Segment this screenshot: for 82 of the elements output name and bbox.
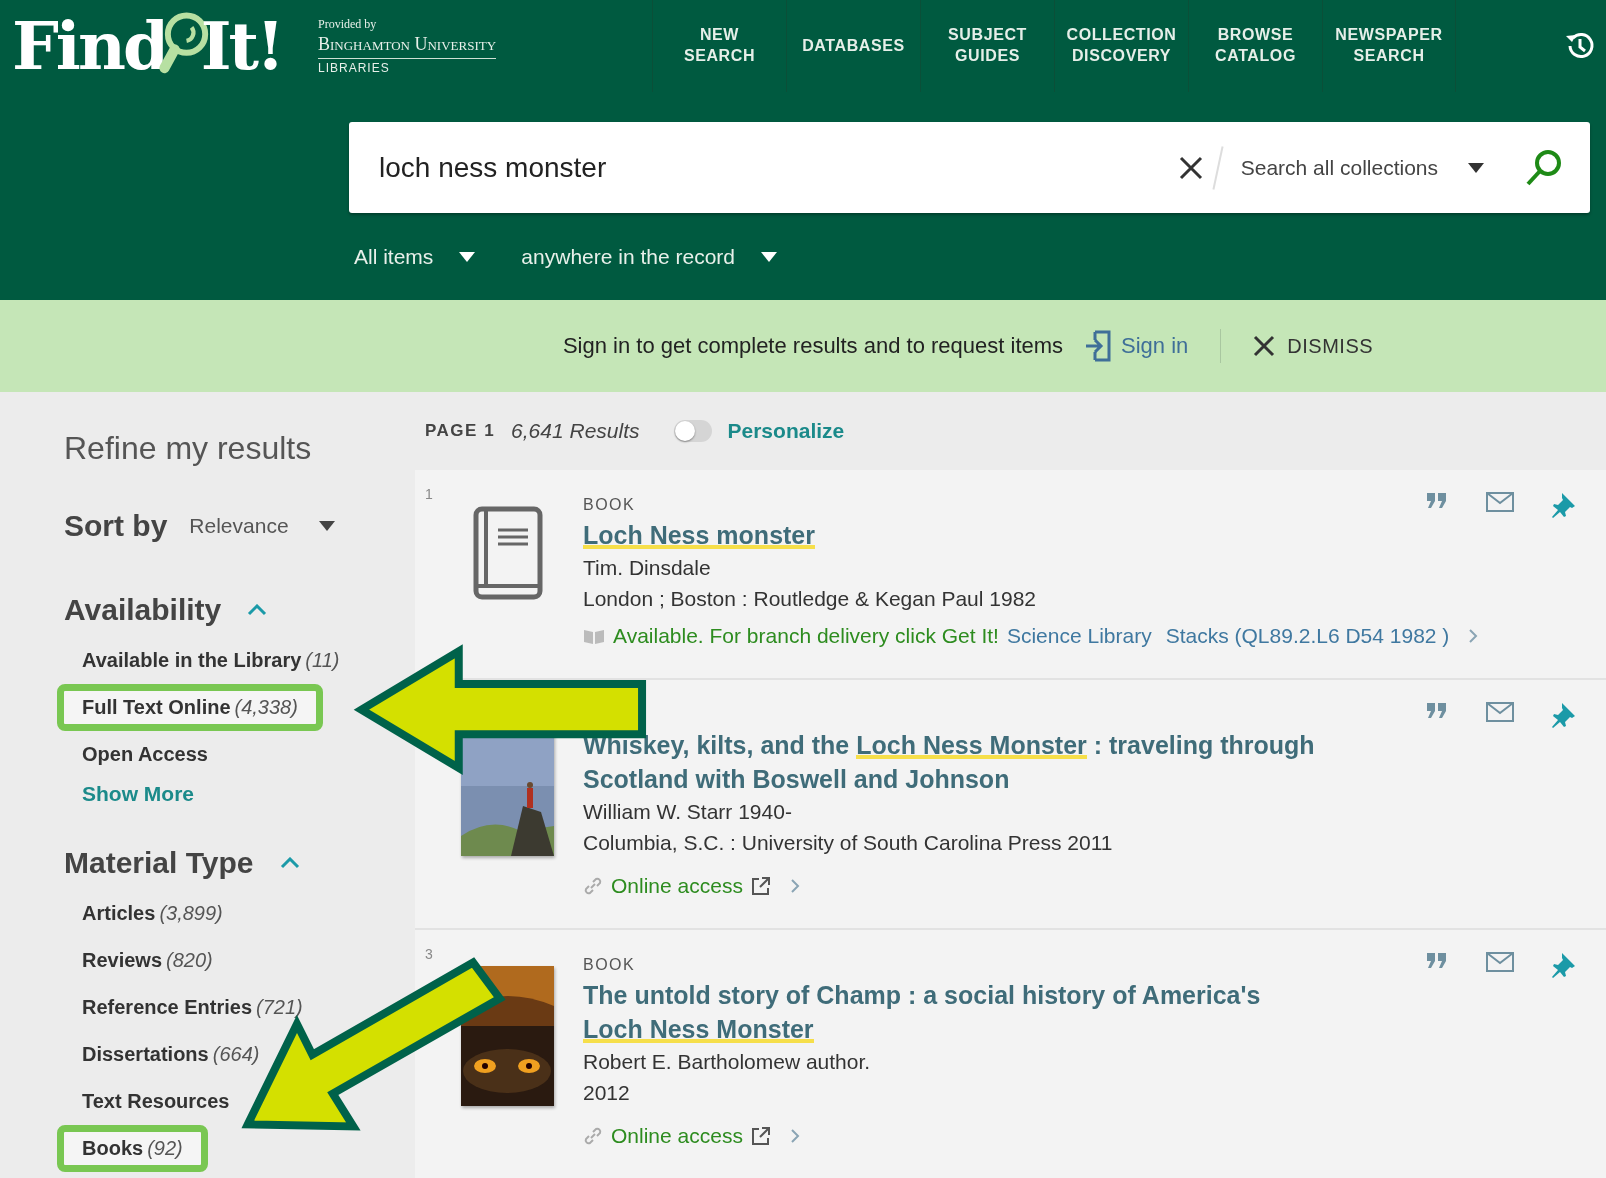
chevron-icon[interactable] [788,878,801,894]
call-number: Stacks (QL89.2.L6 D54 1982 ) [1165,624,1450,648]
facet-option[interactable]: Articles (3,899) [57,890,223,937]
sidebar-title: Refine my results [64,430,313,467]
libraries-text: LIBRARIES [318,61,391,75]
nav-link[interactable]: NEW SEARCH [652,0,786,92]
dismiss-button[interactable]: DISMISS [1287,334,1374,358]
dropdown-caret-icon[interactable] [1468,162,1484,173]
link-icon [583,876,603,896]
book-icon [583,627,605,645]
filter-dropdown[interactable]: All items [354,245,434,269]
result-detail: Robert E. Bartholomew author. [583,1049,872,1075]
dropdown-caret-icon[interactable] [318,521,335,531]
result-number: 1 [425,486,433,502]
facet-option[interactable]: Dissertations (664) [57,1031,260,1078]
sort-label: Sort by [64,509,168,543]
sign-in-icon[interactable] [1085,330,1112,362]
nav-link[interactable]: COLLECTION DISCOVERY [1054,0,1188,92]
personalize-toggle[interactable] [673,420,712,442]
result-title-link[interactable]: Loch Ness monster [583,518,1323,552]
sort-dropdown[interactable]: Relevance [189,514,289,538]
link-icon [583,1126,603,1146]
filter-dropdown[interactable]: anywhere in the record [521,245,735,269]
result-title-link[interactable]: The untold story of Champ : a social history of America's Loch Ness Monster [583,978,1323,1046]
clear-icon[interactable] [1178,155,1203,180]
chevron-icon[interactable] [1467,628,1480,644]
library-link[interactable]: Science Library [1006,624,1152,648]
result-number: 3 [425,946,433,962]
online-access-link[interactable]: Online access [611,874,743,898]
facet-option[interactable]: Text Resources [57,1078,230,1125]
provided-by-text: Provided by [318,17,378,32]
page-number: PAGE 1 [425,421,496,441]
dropdown-caret-icon[interactable] [761,252,777,262]
result-detail: 2012 [583,1080,631,1106]
search-query[interactable]: loch ness monster [349,151,1179,184]
close-icon[interactable] [1253,335,1276,357]
facet-option[interactable]: Open Access [57,731,208,778]
result-detail: London ; Boston : Routledge & Kegan Paul 1982 [583,586,1038,612]
online-access-link[interactable]: Online access [611,1124,743,1148]
result-detail: Tim. Dinsdale [583,555,712,581]
pin-icon[interactable] [1552,492,1576,518]
facet-heading[interactable]: Availability [64,593,222,627]
chevron-icon[interactable] [788,1128,801,1144]
email-icon[interactable] [1486,952,1514,972]
quote-icon[interactable] [1426,492,1448,508]
search-box[interactable]: loch ness monster Search all collections [349,122,1590,213]
material-type: BOOK [583,956,636,973]
facet-heading[interactable]: Material Type [64,846,254,880]
facet-option[interactable]: Full Text Online (4,338) [57,684,323,731]
nav-link[interactable]: SUBJECT GUIDES [920,0,1054,92]
facet-option[interactable]: Reference Entries (721) [57,984,303,1031]
quote-icon[interactable] [1426,702,1448,718]
email-icon[interactable] [1486,492,1514,512]
dropdown-caret-icon[interactable] [459,252,476,262]
nav-link[interactable]: DATABASES [786,0,920,92]
collapse-icon[interactable] [247,604,268,616]
external-link-icon[interactable] [750,876,771,896]
email-icon[interactable] [1486,702,1514,722]
availability-status: Available. For branch delivery click Get It! [613,624,999,648]
nav-link[interactable]: NEWSPAPER SEARCH [1322,0,1456,92]
facet-option[interactable]: Reviews (820) [57,937,213,984]
material-type: BOOK [583,496,636,513]
external-link-icon[interactable] [750,1126,771,1146]
result-detail: William W. Starr 1940- [583,799,793,825]
result-detail: Columbia, S.C. : University of South Carolina Press 2011 [583,830,1114,856]
result-count: 6,641 Results [511,419,640,443]
banner-message: Sign in to get complete results and to request items [562,333,1064,359]
logo[interactable]: Find It! [0,0,282,92]
university-name: Binghamton University [318,34,497,59]
book-icon [471,506,544,602]
pin-icon[interactable] [1552,702,1576,728]
show-more-link[interactable]: Show More [64,778,415,806]
facet-option[interactable]: Books (92) [57,1125,208,1172]
scope-dropdown[interactable]: Search all collections [1240,155,1438,180]
collapse-icon[interactable] [279,857,300,869]
personalize-label[interactable]: Personalize [727,419,845,443]
search-icon[interactable] [1524,147,1564,188]
facet-option[interactable]: Available in the Library (11) [57,637,340,684]
pin-icon[interactable] [1552,952,1576,978]
nav-link[interactable]: BROWSE CATALOG [1188,0,1322,92]
quote-icon[interactable] [1426,952,1448,968]
sign-in-link[interactable]: Sign in [1121,333,1189,359]
